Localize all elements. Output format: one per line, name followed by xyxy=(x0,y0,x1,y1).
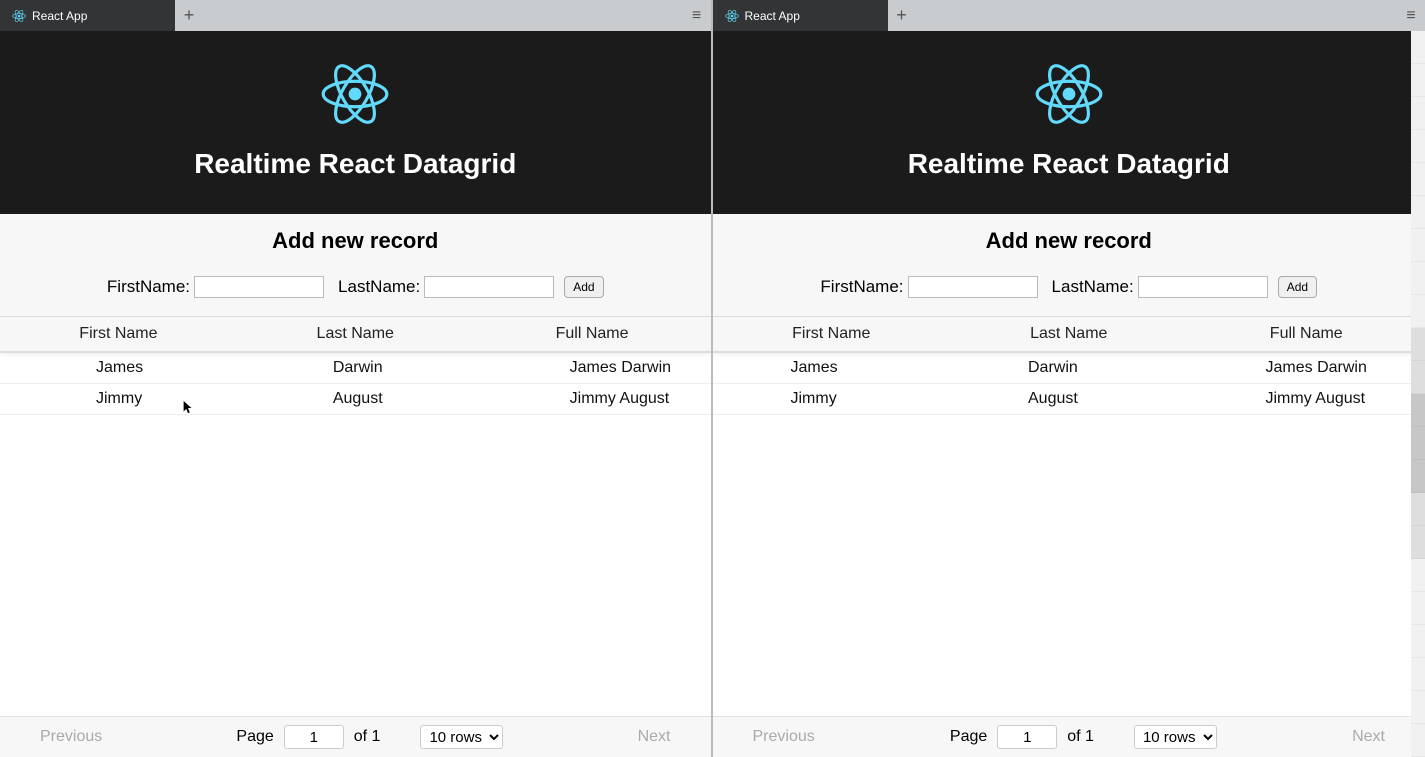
grid-body[interactable]: James Darwin James Darwin Jimmy August J… xyxy=(0,353,711,716)
app-header: Realtime React Datagrid xyxy=(0,31,711,214)
lastname-input[interactable] xyxy=(424,276,554,298)
app-title: Realtime React Datagrid xyxy=(723,148,1416,180)
grid-body[interactable]: James Darwin James Darwin Jimmy August J… xyxy=(713,353,1425,716)
add-record-form: Add new record FirstName: LastName: Add xyxy=(713,214,1425,316)
browser-tab[interactable]: React App xyxy=(713,0,888,31)
tab-title: React App xyxy=(32,9,87,23)
table-row[interactable]: Jimmy August Jimmy August xyxy=(0,384,711,415)
col-header-firstname[interactable]: First Name xyxy=(713,317,951,351)
pager: Previous Page of 1 10 rows Next xyxy=(0,716,711,757)
cell-firstname: Jimmy xyxy=(713,384,951,414)
col-header-lastname[interactable]: Last Name xyxy=(237,317,474,351)
cell-firstname: James xyxy=(713,353,951,383)
tab-menu-icon[interactable]: ≡ xyxy=(1397,0,1425,31)
cell-lastname: August xyxy=(237,384,474,414)
cell-lastname: August xyxy=(950,384,1188,414)
react-favicon-icon xyxy=(12,9,26,23)
page-label: Page xyxy=(236,728,273,746)
pager: Previous Page of 1 10 rows Next xyxy=(713,716,1425,757)
table-row[interactable]: James Darwin James Darwin xyxy=(0,353,711,384)
firstname-input[interactable] xyxy=(908,276,1038,298)
app-header: Realtime React Datagrid xyxy=(713,31,1425,214)
tab-bar: React App + ≡ xyxy=(0,0,711,31)
react-favicon-icon xyxy=(725,9,739,23)
cell-firstname: Jimmy xyxy=(0,384,237,414)
previous-button[interactable]: Previous xyxy=(40,728,102,746)
rows-select[interactable]: 10 rows xyxy=(1134,725,1217,749)
browser-window-left: React App + ≡ Realtime React Datagrid Ad… xyxy=(0,0,713,757)
cell-fullname: Jimmy August xyxy=(1188,384,1425,414)
previous-button[interactable]: Previous xyxy=(753,728,815,746)
next-button[interactable]: Next xyxy=(1352,728,1385,746)
form-heading: Add new record xyxy=(723,228,1416,254)
col-header-lastname[interactable]: Last Name xyxy=(950,317,1188,351)
lastname-input[interactable] xyxy=(1138,276,1268,298)
grid-header-row: First Name Last Name Full Name xyxy=(713,317,1425,353)
cell-firstname: James xyxy=(0,353,237,383)
new-tab-button[interactable]: + xyxy=(888,0,916,31)
tab-title: React App xyxy=(745,9,800,23)
page-input[interactable] xyxy=(997,725,1057,749)
datagrid: First Name Last Name Full Name James Dar… xyxy=(0,316,711,757)
col-header-firstname[interactable]: First Name xyxy=(0,317,237,351)
add-button[interactable]: Add xyxy=(564,276,603,298)
add-button[interactable]: Add xyxy=(1278,276,1317,298)
tab-bar: React App + ≡ xyxy=(713,0,1425,31)
cell-fullname: James Darwin xyxy=(1188,353,1425,383)
browser-window-right: React App + ≡ Realtime React Datagrid Ad… xyxy=(713,0,1425,757)
cell-lastname: Darwin xyxy=(950,353,1188,383)
app-title: Realtime React Datagrid xyxy=(10,148,701,180)
lastname-label: LastName: xyxy=(338,277,420,297)
page-input[interactable] xyxy=(284,725,344,749)
page-of-label: of 1 xyxy=(354,728,381,746)
col-header-fullname[interactable]: Full Name xyxy=(474,317,711,351)
react-logo-icon xyxy=(10,59,701,134)
new-tab-button[interactable]: + xyxy=(175,0,203,31)
col-header-fullname[interactable]: Full Name xyxy=(1188,317,1425,351)
page-of-label: of 1 xyxy=(1067,728,1094,746)
add-record-form: Add new record FirstName: LastName: Add xyxy=(0,214,711,316)
lastname-label: LastName: xyxy=(1052,277,1134,297)
table-row[interactable]: Jimmy August Jimmy August xyxy=(713,384,1425,415)
datagrid: First Name Last Name Full Name James Dar… xyxy=(713,316,1425,757)
firstname-label: FirstName: xyxy=(820,277,903,297)
grid-header-row: First Name Last Name Full Name xyxy=(0,317,711,353)
firstname-input[interactable] xyxy=(194,276,324,298)
page-label: Page xyxy=(950,728,987,746)
browser-tab[interactable]: React App xyxy=(0,0,175,31)
tab-menu-icon[interactable]: ≡ xyxy=(683,0,711,31)
cell-fullname: James Darwin xyxy=(474,353,711,383)
form-heading: Add new record xyxy=(10,228,701,254)
cell-fullname: Jimmy August xyxy=(474,384,711,414)
rows-select[interactable]: 10 rows xyxy=(420,725,503,749)
react-logo-icon xyxy=(723,59,1416,134)
table-row[interactable]: James Darwin James Darwin xyxy=(713,353,1425,384)
firstname-label: FirstName: xyxy=(107,277,190,297)
next-button[interactable]: Next xyxy=(638,728,671,746)
cell-lastname: Darwin xyxy=(237,353,474,383)
